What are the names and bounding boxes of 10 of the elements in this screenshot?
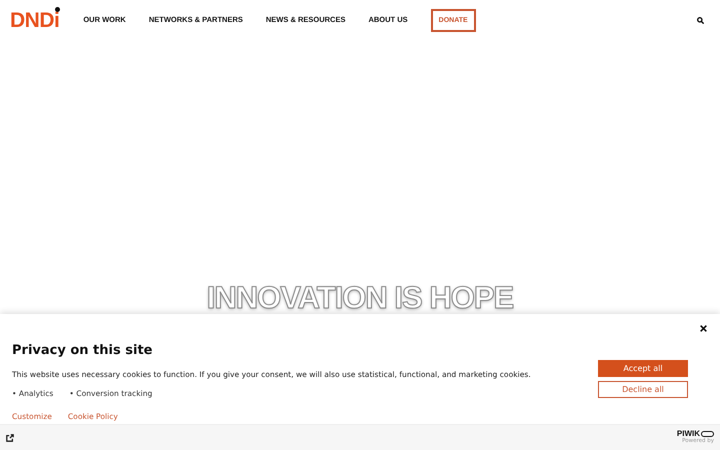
- close-icon[interactable]: [700, 325, 707, 332]
- pill-icon: [701, 431, 714, 438]
- brand-name: PIWIK: [676, 430, 700, 438]
- hero-headline: INNOVATION IS HOPE: [206, 281, 516, 316]
- decline-button[interactable]: Decline all: [598, 381, 688, 398]
- external-link-icon[interactable]: [6, 434, 14, 442]
- search-icon[interactable]: [697, 16, 704, 24]
- accept-button[interactable]: Accept all: [598, 360, 688, 377]
- banner-title: Privacy on this site: [12, 342, 154, 360]
- logo[interactable]: DNDi: [10, 10, 60, 30]
